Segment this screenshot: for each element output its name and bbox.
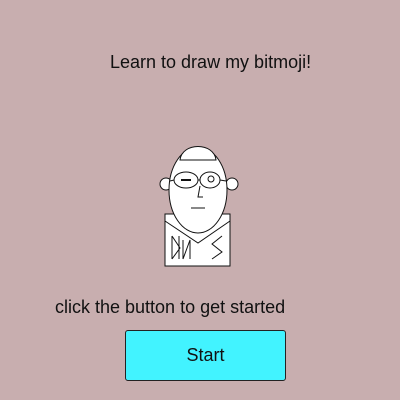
app-canvas: Learn to draw my bitmoji! click the butt… (0, 0, 400, 400)
start-button[interactable]: Start (125, 330, 286, 381)
right-eye (207, 175, 215, 183)
cap (179, 146, 217, 161)
instruction-text: click the button to get started (55, 297, 286, 317)
right-ear (225, 177, 239, 191)
